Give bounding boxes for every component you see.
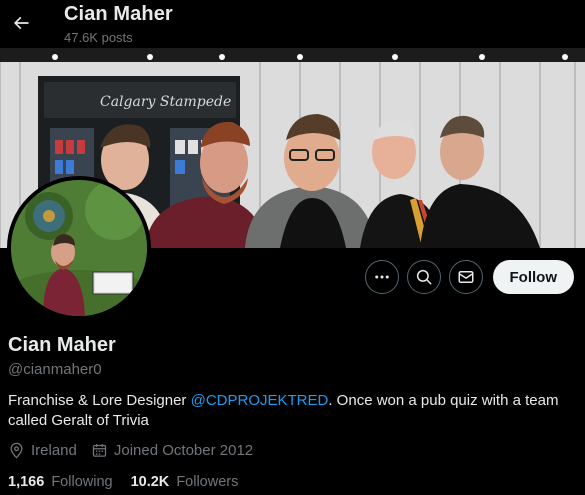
- following-label: Following: [51, 474, 113, 490]
- back-button[interactable]: [4, 6, 38, 40]
- followers-label: Followers: [176, 474, 239, 490]
- follow-stats: 1,166 Following 10.2K Followers: [8, 474, 256, 490]
- followers-link[interactable]: 10.2K Followers: [131, 474, 239, 490]
- mail-icon: [458, 271, 473, 283]
- profile-meta: Ireland Joined October 2012: [8, 442, 267, 459]
- search-button[interactable]: [406, 260, 441, 294]
- join-date: Joined October 2012: [91, 442, 253, 459]
- bio: Franchise & Lore Designer @CDPROJEKTRED.…: [8, 391, 573, 431]
- header-title: Cian Maher: [64, 3, 173, 25]
- following-link[interactable]: 1,166 Following: [8, 474, 113, 490]
- search-icon: [416, 269, 431, 285]
- more-icon: [374, 275, 389, 279]
- join-date-text: Joined October 2012: [113, 442, 254, 459]
- message-button[interactable]: [448, 260, 483, 294]
- following-count: 1,166: [8, 474, 45, 490]
- top-bar: Cian Maher 47.6K posts: [0, 0, 585, 48]
- location-pin-icon: [10, 442, 23, 459]
- display-name: Cian Maher: [8, 334, 116, 356]
- followers-count: 10.2K: [130, 474, 170, 490]
- location-text: Ireland: [31, 442, 77, 459]
- post-count: 47.6K posts: [64, 30, 133, 45]
- profile-actions: Follow: [364, 260, 574, 294]
- calendar-icon: [92, 444, 107, 457]
- more-button[interactable]: [364, 260, 399, 294]
- bio-mention-link[interactable]: @CDPROJEKTRED: [191, 392, 329, 409]
- follow-button[interactable]: Follow: [492, 260, 574, 294]
- handle: @cianmaher0: [8, 361, 102, 378]
- stand-sign: Calgary Stampede: [100, 94, 231, 110]
- avatar[interactable]: [7, 176, 151, 320]
- arrow-left-icon: [13, 16, 29, 30]
- bio-text-start: Franchise & Lore Designer: [8, 392, 191, 409]
- location: Ireland: [8, 442, 77, 459]
